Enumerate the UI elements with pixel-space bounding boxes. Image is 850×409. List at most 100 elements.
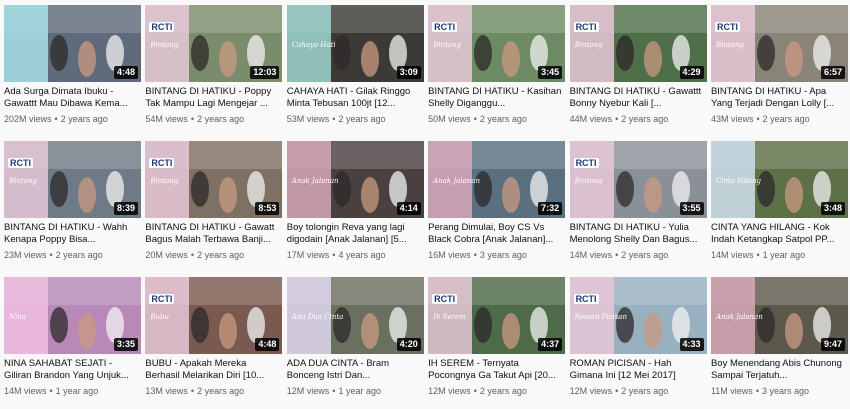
video-card[interactable]: RCTI Roman Picisan 4:33 ROMAN PICISAN - Hah… xyxy=(569,277,707,407)
video-meta: 11M views • 3 years ago xyxy=(711,386,848,397)
video-card[interactable]: Nina 3:35 NINA SAHABAT SEJATI - Giliran Br… xyxy=(4,277,141,407)
view-count: 12M views xyxy=(569,386,613,396)
upload-age: 2 years ago xyxy=(762,114,810,124)
show-logo: Bubu xyxy=(150,313,170,321)
video-card[interactable]: RCTI Bintang 6:57 BINTANG DI HATIKU - Apa Y… xyxy=(710,5,848,141)
view-count: 16M views xyxy=(428,250,471,260)
video-title[interactable]: BINTANG DI HATIKU - Wahh Kenapa Poppy Bi… xyxy=(4,222,141,246)
show-logo: Bintang xyxy=(715,41,744,49)
video-title[interactable]: ADA DUA CINTA - Bram Bonceng Istri Dan..… xyxy=(287,358,424,382)
upload-age: 2 years ago xyxy=(621,250,669,260)
view-count: 43M views xyxy=(710,114,754,124)
channel-logo: RCTI xyxy=(573,294,599,304)
video-title[interactable]: CINTA YANG HILANG - Kok Indah Ketangkap … xyxy=(711,222,848,246)
upload-age: 1 year ago xyxy=(762,250,806,260)
view-count: 53M views xyxy=(286,114,330,124)
video-title[interactable]: Boy tolongin Reva yang lagi digodain [An… xyxy=(287,222,424,246)
view-count: 202M views xyxy=(4,114,52,124)
meta-separator: • xyxy=(49,250,53,260)
video-thumbnail[interactable]: RCTI Roman Picisan 4:33 xyxy=(569,277,707,354)
video-card[interactable]: Ada Dua Cinta 4:20 ADA DUA CINTA - Bram Bo… xyxy=(286,277,424,407)
video-thumbnail[interactable]: RCTI Bintang 8:39 xyxy=(4,141,141,218)
video-title[interactable]: BINTANG DI HATIKU - Gawatt Bagus Malah T… xyxy=(145,222,282,246)
show-logo: Anak Jalanan xyxy=(291,177,339,185)
video-title[interactable]: Boy Menendang Abis Chunong Sampai Terjat… xyxy=(711,358,848,382)
video-title[interactable]: BINTANG DI HATIKU - Yulia Menolong Shell… xyxy=(570,222,707,246)
show-logo: Anak Jalanan xyxy=(433,177,480,185)
video-card[interactable]: Anak Jalanan 4:14 Boy tolongin Reva yang l… xyxy=(286,141,424,277)
video-card[interactable]: Anak Jalanan 9:47 Boy Menendang Abis Chuno… xyxy=(710,277,848,407)
video-thumbnail[interactable]: Cahaya Hati 3:09 xyxy=(286,5,424,82)
video-thumbnail[interactable]: Anak Jalanan 9:47 xyxy=(710,277,848,354)
video-meta: 17M views • 4 years ago xyxy=(287,250,424,261)
video-title[interactable]: Perang Dimulai, Boy CS Vs Black Cobra [A… xyxy=(428,222,565,246)
video-thumbnail[interactable]: RCTI Bintang 8:53 xyxy=(145,141,283,218)
upload-age: 2 years ago xyxy=(621,114,669,124)
video-card[interactable]: RCTI Bintang 3:55 BINTANG DI HATIKU - Yulia… xyxy=(569,141,707,277)
video-title[interactable]: ROMAN PICISAN - Hah Gimana Ini [12 Mei 2… xyxy=(570,358,707,382)
video-thumbnail[interactable]: RCTI Bintang 3:45 xyxy=(428,5,566,82)
video-thumbnail[interactable]: Anak Jalanan 4:14 xyxy=(286,141,424,218)
view-count: 50M views xyxy=(428,114,471,124)
video-thumbnail[interactable]: RCTI Bintang 6:57 xyxy=(710,5,848,82)
video-title[interactable]: Ada Surga Dimata Ibuku - Gawattt Mau Dib… xyxy=(4,86,141,110)
video-thumbnail[interactable]: RCTI Bintang 12:03 xyxy=(145,5,283,82)
video-card[interactable]: 4:48 Ada Surga Dimata Ibuku - Gawattt Mau… xyxy=(4,5,141,141)
meta-separator: • xyxy=(473,114,477,124)
video-thumbnail[interactable]: Cinta Hilang 3:48 xyxy=(710,141,848,218)
view-count: 44M views xyxy=(569,114,613,124)
video-card[interactable]: RCTI Ih Serem 4:37 IH SEREM - Ternyata Poco… xyxy=(428,277,566,407)
video-title[interactable]: BINTANG DI HATIKU - Apa Yang Terjadi Den… xyxy=(711,86,848,110)
meta-separator: • xyxy=(756,114,760,124)
upload-age: 3 years ago xyxy=(479,250,527,260)
video-card[interactable]: RCTI Bintang 12:03 BINTANG DI HATIKU - Popp… xyxy=(145,5,283,141)
video-card[interactable]: Cinta Hilang 3:48 CINTA YANG HILANG - Kok … xyxy=(710,141,848,277)
video-card[interactable]: RCTI Bubu 4:48 BUBU - Apakah Mereka Berhasi… xyxy=(145,277,283,407)
video-card[interactable]: RCTI Bintang 3:45 BINTANG DI HATIKU - Kasih… xyxy=(428,5,566,141)
video-title[interactable]: BINTANG DI HATIKU - Poppy Tak Mampu Lagi… xyxy=(145,86,282,110)
meta-separator: • xyxy=(190,250,195,260)
video-meta: 23M views • 2 years ago xyxy=(4,250,141,261)
video-thumbnail[interactable]: RCTI Bintang 3:55 xyxy=(569,141,707,218)
duration-badge: 3:55 xyxy=(679,202,704,215)
meta-separator: • xyxy=(54,114,58,124)
video-title[interactable]: BINTANG DI HATIKU - Kasihan Shelly Digan… xyxy=(428,86,565,110)
channel-logo: RCTI xyxy=(8,158,33,168)
video-title[interactable]: IH SEREM - Ternyata Pocongnya Ga Takut A… xyxy=(428,358,565,382)
video-card[interactable]: RCTI Bintang 8:39 BINTANG DI HATIKU - Wahh … xyxy=(4,141,141,277)
video-thumbnail[interactable]: RCTI Bintang 4:29 xyxy=(569,5,707,82)
video-title[interactable]: NINA SAHABAT SEJATI - Giliran Brandon Ya… xyxy=(4,358,141,382)
duration-badge: 7:32 xyxy=(538,202,563,215)
view-count: 54M views xyxy=(145,114,188,124)
video-thumbnail[interactable]: Ada Dua Cinta 4:20 xyxy=(286,277,424,354)
meta-separator: • xyxy=(190,386,195,396)
upload-age: 2 years ago xyxy=(479,114,527,124)
show-logo: Bintang xyxy=(574,41,603,49)
video-card[interactable]: RCTI Bintang 8:53 BINTANG DI HATIKU - Gawat… xyxy=(145,141,283,277)
video-title[interactable]: BUBU - Apakah Mereka Berhasil Melarikan … xyxy=(145,358,282,382)
video-thumbnail[interactable]: RCTI Ih Serem 4:37 xyxy=(428,277,566,354)
video-meta: 12M views • 2 years ago xyxy=(428,386,565,397)
video-thumbnail[interactable]: Nina 3:35 xyxy=(4,277,141,354)
video-meta: 14M views • 1 year ago xyxy=(711,250,848,261)
video-thumbnail[interactable]: RCTI Bubu 4:48 xyxy=(145,277,283,354)
video-meta: 202M views • 2 years ago xyxy=(4,114,141,125)
video-thumbnail[interactable]: 4:48 xyxy=(4,5,141,82)
video-card[interactable]: Anak Jalanan 7:32 Perang Dimulai, Boy CS V… xyxy=(428,141,566,277)
meta-separator: • xyxy=(755,386,759,396)
video-card[interactable]: RCTI Bintang 4:29 BINTANG DI HATIKU - Gawat… xyxy=(569,5,707,141)
upload-age: 2 years ago xyxy=(621,386,669,396)
video-grid: 4:48 Ada Surga Dimata Ibuku - Gawattt Mau… xyxy=(4,5,849,407)
video-meta: 16M views • 3 years ago xyxy=(428,250,565,261)
show-logo: Bintang xyxy=(9,177,37,185)
show-logo: Bintang xyxy=(150,41,179,49)
video-card[interactable]: Cahaya Hati 3:09 CAHAYA HATI - Gilak Ringg… xyxy=(286,5,424,141)
video-meta: 14M views • 2 years ago xyxy=(570,250,707,261)
channel-logo: RCTI xyxy=(432,22,458,32)
video-meta: 44M views • 2 years ago xyxy=(570,114,707,125)
duration-badge: 3:48 xyxy=(820,202,845,215)
view-count: 12M views xyxy=(428,386,471,396)
video-thumbnail[interactable]: Anak Jalanan 7:32 xyxy=(428,141,566,218)
video-title[interactable]: BINTANG DI HATIKU - Gawattt Bonny Nyebur… xyxy=(570,86,707,110)
video-title[interactable]: CAHAYA HATI - Gilak Ringgo Minta Tebusan… xyxy=(287,86,424,110)
